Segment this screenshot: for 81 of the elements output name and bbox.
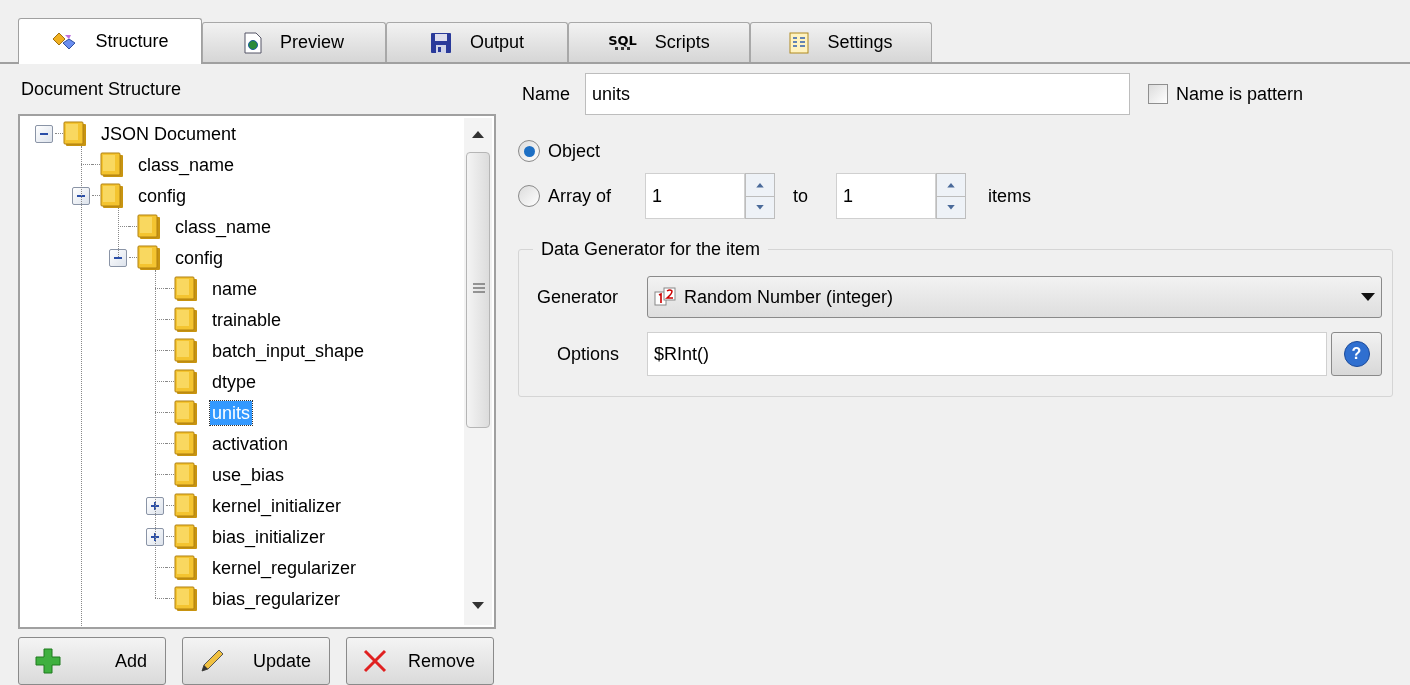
expand-icon[interactable]: [146, 527, 164, 546]
tree-item[interactable]: JSON Document: [99, 121, 239, 146]
tab[interactable]: Settings: [750, 22, 932, 62]
tab[interactable]: Preview: [202, 22, 386, 62]
tree-item[interactable]: kernel_initializer: [210, 493, 344, 518]
number-field[interactable]: 1: [836, 173, 936, 219]
number-icon: [654, 287, 676, 307]
tab-label: Scripts: [654, 31, 710, 54]
tree-item[interactable]: dtype: [210, 369, 259, 394]
collapse-icon[interactable]: [72, 186, 90, 205]
tab[interactable]: Structure: [18, 18, 202, 64]
folder-icon: [174, 523, 198, 550]
radio-button[interactable]: [518, 140, 540, 162]
update-button[interactable]: Update: [182, 637, 330, 685]
tree-item[interactable]: trainable: [210, 307, 284, 332]
dropdown-arrow-icon: [1361, 293, 1375, 301]
name-field[interactable]: units: [585, 73, 1130, 115]
radio-label: Array of: [548, 184, 612, 208]
plus-icon: [35, 648, 61, 674]
checkbox-label: Name is pattern: [1176, 82, 1304, 106]
folder-icon: [174, 554, 198, 581]
add-button[interactable]: Add: [18, 637, 166, 685]
number-spinner[interactable]: 1: [645, 173, 775, 219]
range-label: to: [792, 184, 809, 208]
dots-icon: [613, 47, 632, 51]
radio-label: Object: [548, 139, 601, 163]
spin-down-icon[interactable]: [746, 195, 774, 218]
scroll-thumb[interactable]: [466, 152, 490, 428]
document-globe-icon: [244, 31, 262, 54]
tree-item[interactable]: activation: [210, 431, 291, 456]
folder-icon: [174, 275, 198, 302]
radio-button[interactable]: [518, 185, 540, 207]
tree-item[interactable]: bias_initializer: [210, 524, 328, 549]
folder-icon: [63, 120, 87, 147]
tree-item[interactable]: name: [210, 276, 260, 301]
range-label: items: [987, 184, 1031, 208]
tree-item[interactable]: config: [173, 245, 226, 270]
field-label: Options: [557, 342, 621, 366]
tree-item[interactable]: use_bias: [210, 462, 287, 487]
options-field[interactable]: $RInt(): [647, 332, 1327, 376]
folder-icon: [174, 461, 198, 488]
folder-icon: [100, 151, 124, 178]
expand-icon[interactable]: [146, 496, 164, 515]
tree-item[interactable]: batch_input_shape: [210, 338, 367, 363]
remove-button[interactable]: Remove: [346, 637, 494, 685]
number-spinner[interactable]: 1: [836, 173, 966, 219]
tree-item[interactable]: kernel_regularizer: [210, 555, 359, 580]
collapse-icon[interactable]: [109, 248, 127, 267]
tab[interactable]: SQL Scripts: [568, 22, 750, 62]
grip-icon: [473, 282, 485, 294]
scroll-down-icon[interactable]: [472, 602, 484, 610]
folder-icon: [174, 585, 198, 612]
number-field[interactable]: 1: [645, 173, 745, 219]
folder-icon: [174, 430, 198, 457]
folder-icon: [100, 182, 124, 209]
collapse-icon[interactable]: [35, 124, 53, 143]
panel-title: Document Structure: [20, 77, 182, 101]
folder-icon: [137, 213, 161, 240]
pencil-icon: [199, 648, 225, 674]
spin-down-icon[interactable]: [937, 195, 965, 218]
scrollbar[interactable]: [464, 118, 492, 625]
x-icon: [363, 649, 387, 673]
tree-item[interactable]: config: [136, 183, 189, 208]
folder-icon: [137, 244, 161, 271]
folder-icon: [174, 399, 198, 426]
field-label: Name: [521, 82, 571, 106]
help-button[interactable]: ?: [1331, 332, 1382, 376]
scroll-up-icon[interactable]: [472, 130, 484, 138]
tree-item[interactable]: class_name: [136, 152, 237, 177]
folder-icon: [174, 337, 198, 364]
form-icon: [789, 31, 810, 54]
checkbox[interactable]: [1148, 84, 1168, 104]
folder-icon: [174, 368, 198, 395]
tree-item[interactable]: bias_regularizer: [210, 586, 343, 611]
folder-icon: [174, 492, 198, 519]
generator-dropdown[interactable]: Random Number (integer): [647, 276, 1382, 318]
sql-icon-text: SQL: [608, 34, 637, 47]
tree-item[interactable]: class_name: [173, 214, 274, 239]
folder-icon: [174, 306, 198, 333]
tab[interactable]: Output: [386, 22, 568, 62]
field-label: Generator: [537, 285, 620, 309]
